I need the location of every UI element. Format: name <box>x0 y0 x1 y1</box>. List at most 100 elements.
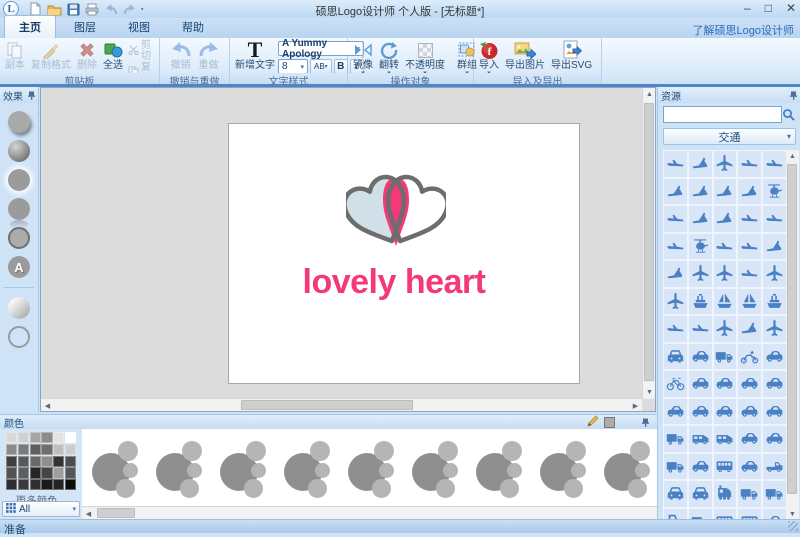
resource-icon-car[interactable] <box>687 452 713 480</box>
color-swatch[interactable] <box>53 432 65 444</box>
color-swatch[interactable] <box>17 467 29 479</box>
delete-button[interactable]: 删除 <box>74 39 100 72</box>
resource-icon-train[interactable] <box>712 480 738 508</box>
scroll-down-icon[interactable]: ▼ <box>643 386 656 399</box>
redo-icon[interactable] <box>122 2 138 17</box>
scroll-left-icon[interactable]: ◀ <box>41 399 54 412</box>
resource-icon-plane[interactable] <box>762 315 787 343</box>
color-swatch[interactable] <box>6 443 18 455</box>
effect-bevel[interactable] <box>8 140 30 162</box>
scroll-up-icon[interactable]: ▲ <box>643 88 656 101</box>
resource-icon-car[interactable] <box>762 370 787 398</box>
letter-spacing-button[interactable]: AB ▾ <box>310 59 332 74</box>
resource-icon-helicopter[interactable] <box>687 232 713 260</box>
select-all-button[interactable]: 全选 <box>100 39 126 72</box>
resource-icon-truck[interactable] <box>762 480 787 508</box>
effect-reflection[interactable] <box>8 198 30 229</box>
cut-button[interactable]: 剪切 <box>126 40 157 62</box>
color-swatch[interactable] <box>64 455 77 467</box>
resource-icon-van[interactable] <box>687 425 713 453</box>
color-swatch[interactable] <box>17 443 29 455</box>
resource-icon-car[interactable] <box>687 370 713 398</box>
scroll-thumb[interactable] <box>97 508 135 518</box>
resource-icon-van[interactable] <box>712 425 738 453</box>
export-svg-button[interactable]: 导出SVG <box>548 39 595 72</box>
resize-grip[interactable] <box>788 521 798 531</box>
color-swatch[interactable] <box>41 455 53 467</box>
resource-icon-truck[interactable] <box>737 480 763 508</box>
minimize-button[interactable]: – <box>744 1 751 15</box>
color-swatch[interactable] <box>17 432 29 444</box>
color-swatch[interactable] <box>6 479 18 491</box>
resource-icon-carfront[interactable] <box>687 480 713 508</box>
scroll-up-icon[interactable]: ▲ <box>786 150 799 163</box>
resource-icon-car[interactable] <box>762 425 787 453</box>
resource-icon-car[interactable] <box>737 397 763 425</box>
color-swatch[interactable] <box>6 467 18 479</box>
resource-icon-jet[interactable] <box>687 150 713 178</box>
resource-icon-truck[interactable] <box>712 342 738 370</box>
color-swatch[interactable] <box>6 455 18 467</box>
pattern-preview-strip[interactable]: ◀ <box>82 429 657 519</box>
filter-dropdown[interactable]: All ▾ <box>2 501 80 517</box>
resource-icon-sailboat[interactable] <box>712 287 738 315</box>
resource-icon-glider[interactable] <box>663 232 688 260</box>
resource-icon-jet[interactable] <box>737 315 763 343</box>
design-page[interactable]: lovely heart <box>228 123 580 384</box>
mirror-button[interactable]: 镜像 ▾ <box>350 39 376 77</box>
resource-icon-ship[interactable] <box>762 287 787 315</box>
rotate-button[interactable]: 翻转 ▾ <box>376 39 402 77</box>
resource-icon-glider[interactable] <box>712 232 738 260</box>
effect-gloss[interactable] <box>8 297 30 319</box>
current-fill-swatch[interactable] <box>604 416 615 428</box>
save-icon[interactable] <box>65 2 81 17</box>
resource-icon-car[interactable] <box>687 342 713 370</box>
resource-icon-car[interactable] <box>737 370 763 398</box>
color-swatch[interactable] <box>29 455 41 467</box>
resource-icon-glider[interactable] <box>663 205 688 233</box>
canvas-area[interactable]: lovely heart ▲ ▼ ◀ ▶ <box>40 87 656 412</box>
color-swatch[interactable] <box>41 432 53 444</box>
scroll-left-icon[interactable]: ◀ <box>82 507 95 519</box>
heart-logo[interactable] <box>346 174 446 254</box>
resource-icon-jet[interactable] <box>712 205 738 233</box>
scroll-thumb[interactable] <box>241 400 413 410</box>
color-swatch[interactable] <box>29 479 41 491</box>
pin-icon[interactable] <box>790 91 797 100</box>
color-swatch[interactable] <box>41 467 53 479</box>
import-button[interactable]: f 导入 ▾ <box>476 39 502 77</box>
tab-layers[interactable]: 图层 <box>60 16 110 38</box>
resource-icon-jet[interactable] <box>663 260 688 288</box>
pin-icon[interactable] <box>28 91 35 100</box>
color-swatch[interactable] <box>53 443 65 455</box>
resource-icon-truck[interactable] <box>663 452 688 480</box>
color-swatch[interactable] <box>53 455 65 467</box>
color-swatch[interactable] <box>17 479 29 491</box>
resource-icon-car[interactable] <box>762 397 787 425</box>
resource-icon-plane[interactable] <box>712 150 738 178</box>
format-painter-button[interactable]: 复制格式 <box>28 39 74 72</box>
resource-icon-glider[interactable] <box>737 150 763 178</box>
effect-letter[interactable]: A <box>8 256 30 278</box>
color-swatch[interactable] <box>29 467 41 479</box>
maximize-button[interactable]: □ <box>765 1 772 15</box>
color-swatch[interactable] <box>64 479 77 491</box>
pin-icon[interactable] <box>642 418 649 427</box>
print-icon[interactable] <box>84 2 100 17</box>
close-button[interactable]: ✕ <box>786 1 796 15</box>
tab-help[interactable]: 帮助 <box>168 16 218 38</box>
canvas-vertical-scrollbar[interactable]: ▲ ▼ <box>642 88 655 399</box>
resources-scrollbar[interactable]: ▲ ▼ <box>786 150 799 521</box>
resource-icon-helicopter[interactable] <box>762 177 787 205</box>
bold-button[interactable]: B <box>333 59 348 74</box>
color-swatch[interactable] <box>64 432 77 444</box>
resource-icon-glider[interactable] <box>737 205 763 233</box>
export-image-button[interactable]: 导出图片 <box>502 39 548 72</box>
resource-icon-glider[interactable] <box>762 205 787 233</box>
search-icon[interactable] <box>782 108 795 124</box>
font-size-select[interactable]: 8 ▾ <box>278 59 308 74</box>
resource-icon-pickup[interactable] <box>762 452 787 480</box>
scroll-thumb[interactable] <box>644 103 654 381</box>
resource-icon-glider[interactable] <box>762 150 787 178</box>
resource-icon-truck[interactable] <box>663 425 688 453</box>
